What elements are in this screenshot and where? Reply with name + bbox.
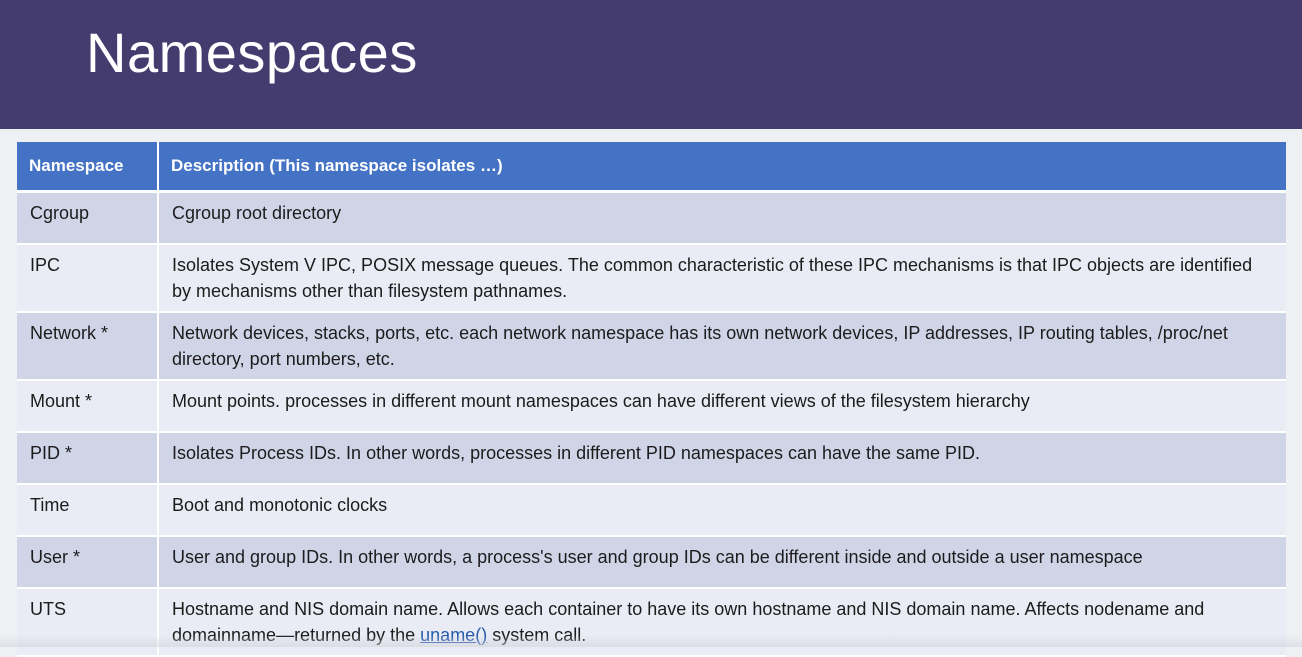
table-row: PID * Isolates Process IDs. In other wor… bbox=[17, 432, 1286, 485]
uts-description-suffix: system call. bbox=[487, 625, 587, 645]
namespace-name: Cgroup bbox=[17, 191, 159, 245]
slide-title-bar: Namespaces bbox=[0, 0, 1302, 129]
namespace-description: Isolates System V IPC, POSIX message que… bbox=[158, 244, 1286, 313]
table-row: UTS Hostname and NIS domain name. Allows… bbox=[17, 588, 1286, 657]
slide-title: Namespaces bbox=[86, 21, 418, 84]
namespace-description: Cgroup root directory bbox=[158, 191, 1286, 245]
namespace-description: User and group IDs. In other words, a pr… bbox=[158, 536, 1286, 589]
table-header: Namespace Description (This namespace is… bbox=[17, 142, 1286, 193]
table-row: IPC Isolates System V IPC, POSIX message… bbox=[17, 244, 1286, 313]
namespace-description: Network devices, stacks, ports, etc. eac… bbox=[158, 312, 1286, 381]
table-row: User * User and group IDs. In other word… bbox=[17, 536, 1286, 589]
namespace-description: Isolates Process IDs. In other words, pr… bbox=[158, 432, 1286, 485]
namespace-name: Time bbox=[17, 484, 159, 537]
table-header-row: Namespace Description (This namespace is… bbox=[17, 142, 1286, 193]
uts-description-text: Hostname and NIS domain name. Allows eac… bbox=[172, 599, 1205, 645]
table-row: Mount * Mount points. processes in diffe… bbox=[17, 380, 1286, 433]
namespace-name: IPC bbox=[17, 244, 159, 313]
namespace-name: UTS bbox=[17, 588, 159, 657]
header-namespace: Namespace bbox=[17, 142, 159, 193]
uname-link[interactable]: uname() bbox=[420, 625, 487, 645]
namespace-description: Mount points. processes in different mou… bbox=[158, 380, 1286, 433]
table-row: Time Boot and monotonic clocks bbox=[17, 484, 1286, 537]
namespace-description: Boot and monotonic clocks bbox=[158, 484, 1286, 537]
namespace-name: Mount * bbox=[17, 380, 159, 433]
header-description: Description (This namespace isolates …) bbox=[158, 142, 1286, 193]
table-row: Network * Network devices, stacks, ports… bbox=[17, 312, 1286, 381]
namespaces-table: Namespace Description (This namespace is… bbox=[17, 142, 1286, 657]
namespace-name: Network * bbox=[17, 312, 159, 381]
namespace-name: PID * bbox=[17, 432, 159, 485]
table-row: Cgroup Cgroup root directory bbox=[17, 191, 1286, 245]
namespaces-table-container: Namespace Description (This namespace is… bbox=[17, 142, 1286, 657]
namespace-name: User * bbox=[17, 536, 159, 589]
table-body: Cgroup Cgroup root directory IPC Isolate… bbox=[17, 191, 1286, 657]
namespace-description: Hostname and NIS domain name. Allows eac… bbox=[158, 588, 1286, 657]
